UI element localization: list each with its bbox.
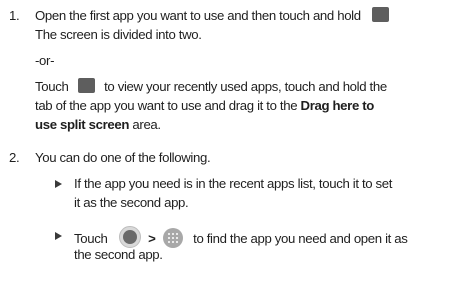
bullet-2-line-2: the second app.	[74, 247, 163, 262]
step-1-alt-line-2: tab of the app you want to use and drag …	[35, 96, 374, 115]
recent-apps-square-icon	[372, 7, 390, 22]
recent-apps-square-icon	[77, 78, 95, 93]
step-1-alt-line-1: Touch to view your recently used apps, t…	[35, 77, 387, 96]
step-1-line-1: Open the first app you want to use and t…	[35, 6, 390, 25]
alt-line-3-post: area.	[132, 117, 161, 132]
bullet-2-pre: Touch	[74, 231, 108, 246]
drag-here-label-part-2: use split screen	[35, 117, 130, 132]
bullet-2-post: to find the app you need and open it as	[193, 231, 408, 246]
or-label: -or-	[35, 53, 55, 68]
step-2-number: 2.	[9, 150, 20, 165]
step-1-number: 1.	[9, 8, 20, 23]
bullet-arrow-icon	[55, 180, 62, 188]
step-2-line-1: You can do one of the following.	[35, 150, 211, 165]
step-1-line-1-text: Open the first app you want to use and t…	[35, 8, 361, 23]
alt-line-2-pre: tab of the app you want to use and drag …	[35, 98, 298, 113]
bullet-1-line-2: it as the second app.	[74, 195, 189, 210]
apps-grid-icon	[162, 228, 183, 248]
bullet-1-line-1: If the app you need is in the recent app…	[74, 176, 393, 191]
step-1-line-2: The screen is divided into two.	[35, 27, 202, 42]
alt-line-1-pre: Touch	[35, 79, 69, 94]
arrow-separator: >	[148, 231, 156, 246]
drag-here-label-part-1: Drag here to	[300, 98, 375, 113]
step-1-alt-line-3: use split screen area.	[35, 115, 161, 134]
alt-line-1-post: to view your recently used apps, touch a…	[104, 79, 387, 94]
instructions-document: 1. Open the first app you want to use an…	[0, 0, 466, 286]
bullet-arrow-icon	[55, 232, 62, 240]
